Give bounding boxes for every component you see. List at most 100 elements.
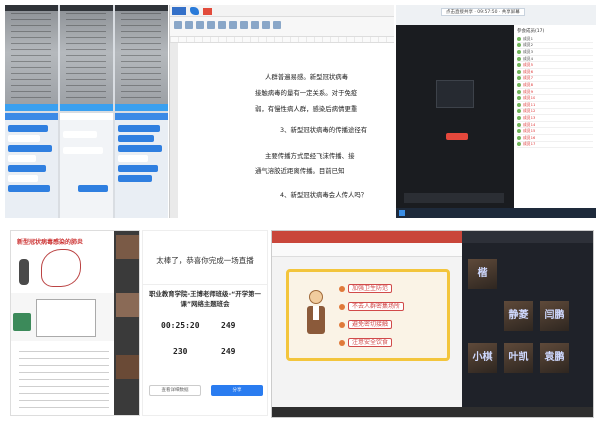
video-thumb xyxy=(116,355,139,379)
green-illustration xyxy=(13,313,31,331)
shared-screen-preview xyxy=(436,80,474,108)
doc-line-5: 主要传播方式是经飞沫传播、接 xyxy=(265,152,355,160)
toolbar-button[interactable] xyxy=(262,21,270,29)
doc-line-2: 接触病毒的量有一定关系。对于免疫 xyxy=(255,89,358,97)
doc-line-6: 通气溶胶近距离传播。目前已知 xyxy=(255,167,345,175)
app-icon xyxy=(172,7,186,15)
live-complete-card: 太棒了，恭喜你完成一场直播 职业教育学院-王博老师班级-“开学第一 课”网络主题… xyxy=(142,230,268,416)
chat-screenshot-2 xyxy=(60,113,113,218)
chat-screenshot-1 xyxy=(5,113,58,218)
ppt-toolbar xyxy=(272,243,462,257)
virus-illustration xyxy=(41,249,81,287)
mic-icon xyxy=(517,82,521,87)
bullet-icon xyxy=(339,304,345,310)
toolbar-button[interactable] xyxy=(196,21,204,29)
slide-canvas: 加强卫生防范 不去人群密集场所 避免密切接触 注意安全饮食 xyxy=(286,269,450,361)
video-tile[interactable]: 静菱 xyxy=(504,301,533,331)
stat-interactions: 249 xyxy=(221,347,236,356)
mic-icon xyxy=(517,43,521,48)
app-logo-icon xyxy=(190,7,199,15)
mic-icon xyxy=(517,56,521,61)
complete-heading: 太棒了，恭喜你完成一场直播 xyxy=(156,256,254,265)
ppt-editor-area: 加强卫生防范 不去人群密集场所 避免密切接触 注意安全饮食 xyxy=(272,231,462,417)
taskbar xyxy=(272,407,462,417)
toolbar-button[interactable] xyxy=(251,21,259,29)
meeting-topbar: 点击直接共享 · 09:57:50 · 共享屏幕 xyxy=(396,5,596,25)
slide-item-4: 注意安全饮食 xyxy=(348,338,393,347)
doc-line-7: 4、新型冠状病毒会人传人吗？ xyxy=(280,191,368,199)
stat-participants: 230 xyxy=(173,347,188,356)
mobile-card-middle xyxy=(11,293,114,341)
share-button[interactable]: 分享 xyxy=(211,385,263,396)
video-strip xyxy=(114,231,139,415)
bullet-icon xyxy=(339,340,345,346)
doc-line-1: 人群普遍易感。新型冠状病毒 xyxy=(265,73,349,81)
meeting-main-area xyxy=(396,25,514,208)
toolbar-button[interactable] xyxy=(185,21,193,29)
doc-line-4: 3、新型冠状病毒的传播途径有 xyxy=(280,126,368,134)
share-hint: 点击直接共享 · 09:57:50 · 共享屏幕 xyxy=(441,8,525,16)
mic-icon xyxy=(517,122,521,127)
mic-icon xyxy=(517,36,521,41)
video-grid: 楷 静菱 小棋 叶凯 闫鹏 袁鹏 xyxy=(462,231,593,417)
ruler xyxy=(170,37,394,43)
mic-icon xyxy=(517,115,521,120)
toolbar-button[interactable] xyxy=(240,21,248,29)
photo-screenshot-1 xyxy=(5,5,58,111)
video-tile[interactable]: 小棋 xyxy=(468,343,497,373)
toolbar-button[interactable] xyxy=(174,21,182,29)
bullet-icon xyxy=(339,286,345,292)
video-controls xyxy=(462,407,593,417)
mobile-screens: 新型冠状病毒感染的肺炎 xyxy=(10,230,140,416)
mic-icon xyxy=(517,49,521,54)
mic-icon xyxy=(517,109,521,114)
photo-screenshot-3 xyxy=(115,5,168,111)
toolbar-button[interactable] xyxy=(218,21,226,29)
video-tile[interactable]: 叶凯 xyxy=(504,343,533,373)
person-illustration xyxy=(19,259,29,285)
participant-row[interactable]: 成员17 xyxy=(517,141,593,149)
ppt-ribbon xyxy=(272,231,462,243)
mic-icon xyxy=(517,135,521,140)
notice-card xyxy=(36,299,96,337)
toolbar-button[interactable] xyxy=(273,21,281,29)
windows-start-icon[interactable] xyxy=(399,210,405,216)
mic-icon xyxy=(517,102,521,107)
editor-titlebar xyxy=(170,5,394,17)
mic-icon xyxy=(517,63,521,68)
slide-item-2: 不去人群密集场所 xyxy=(348,302,405,311)
phone-screenshots-collage xyxy=(5,5,168,218)
mic-icon xyxy=(517,69,521,74)
stop-share-button[interactable] xyxy=(446,133,468,140)
mic-icon xyxy=(517,76,521,81)
ppt-meeting-window: 加强卫生防范 不去人群密集场所 避免密切接触 注意安全饮食 楷 静菱 小棋 叶凯… xyxy=(271,230,594,418)
participant-list-title: 参会成员(17) xyxy=(517,29,545,34)
photo-screenshot-2 xyxy=(60,5,113,111)
document-editor-window: 人群普遍易感。新型冠状病毒 接触病毒的量有一定关系。对于免疫 弱，有慢性病人群，… xyxy=(169,5,394,218)
mic-icon xyxy=(517,142,521,147)
mic-icon xyxy=(517,129,521,134)
mic-icon xyxy=(517,96,521,101)
class-title-line1: 职业教育学院-王博老师班级-“开学第一 xyxy=(149,290,261,298)
chat-screenshot-3 xyxy=(115,113,168,218)
view-details-button[interactable]: 查看详细数据 xyxy=(149,385,201,396)
meeting-controls-bar xyxy=(404,193,504,203)
mobile-card-title: 新型冠状病毒感染的肺炎 xyxy=(17,239,84,246)
video-tile[interactable]: 楷 xyxy=(468,259,497,289)
pdf-icon xyxy=(203,8,212,15)
toolbar-button[interactable] xyxy=(229,21,237,29)
toolbar-button[interactable] xyxy=(207,21,215,29)
video-meeting-window: 点击直接共享 · 09:57:50 · 共享屏幕 参会成员(17) 成员1 成员… xyxy=(396,5,596,218)
divider xyxy=(143,273,267,285)
bullet-icon xyxy=(339,322,345,328)
class-title-line2: 课”网络主题班会 xyxy=(180,300,230,308)
stat-viewers: 249 xyxy=(221,321,236,330)
windows-taskbar xyxy=(396,208,596,218)
video-grid-topbar xyxy=(462,231,593,243)
article-lines xyxy=(19,351,109,411)
mobile-article xyxy=(11,343,114,415)
editor-toolbar xyxy=(170,17,394,37)
cartoon-teacher-illustration xyxy=(305,290,327,350)
video-tile[interactable]: 闫鹏 xyxy=(540,301,569,331)
video-tile[interactable]: 袁鹏 xyxy=(540,343,569,373)
